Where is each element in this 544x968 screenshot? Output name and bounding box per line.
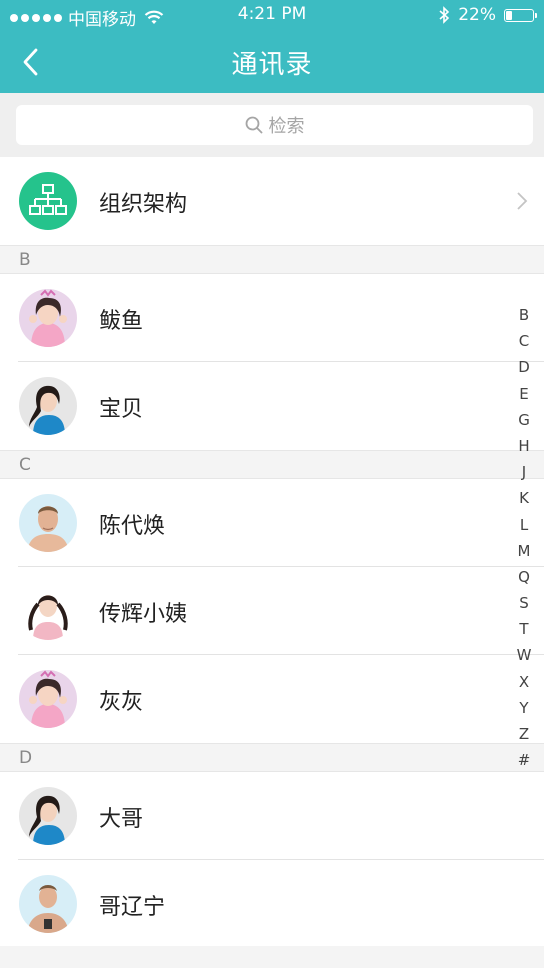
alphabet-index-letter[interactable]: T xyxy=(519,616,528,642)
section-header-d: D xyxy=(0,743,544,772)
chevron-right-icon xyxy=(517,192,528,210)
avatar xyxy=(19,670,77,728)
alphabet-index[interactable]: B C D E G H J K L M Q S T W X Y Z # xyxy=(513,302,535,773)
alphabet-index-letter[interactable]: D xyxy=(518,354,530,380)
org-chart-icon xyxy=(19,172,77,230)
contact-row[interactable]: 传辉小姨 xyxy=(0,567,544,655)
contact-name: 大哥 xyxy=(99,807,144,832)
alphabet-index-letter[interactable]: J xyxy=(522,459,526,485)
alphabet-index-letter[interactable]: W xyxy=(517,642,532,668)
list-bottom xyxy=(0,946,544,968)
contact-name: 鲅鱼 xyxy=(99,309,144,334)
contact-name: 哥辽宁 xyxy=(99,895,166,920)
section-letter: B xyxy=(19,250,31,270)
contact-name: 传辉小姨 xyxy=(99,602,188,627)
section-header-b: B xyxy=(0,245,544,274)
alphabet-index-letter[interactable]: S xyxy=(519,590,529,616)
alphabet-index-letter[interactable]: K xyxy=(519,485,529,511)
section-letter: D xyxy=(19,748,33,768)
bluetooth-icon xyxy=(439,6,450,24)
status-right: 22% xyxy=(438,5,537,25)
org-structure-row[interactable]: 组织架构 xyxy=(0,157,544,245)
alphabet-index-letter[interactable]: M xyxy=(518,538,531,564)
section-letter: C xyxy=(19,455,31,475)
avatar xyxy=(19,494,77,552)
search-input[interactable]: 检索 xyxy=(16,105,533,145)
battery-fill xyxy=(506,10,513,20)
alphabet-index-letter[interactable]: Q xyxy=(518,564,530,590)
search-placeholder: 检索 xyxy=(268,116,305,137)
contact-name: 灰灰 xyxy=(99,690,144,715)
alphabet-index-letter[interactable]: X xyxy=(519,669,529,695)
avatar xyxy=(19,377,77,435)
status-bar: 中国移动 4:21 PM 22% xyxy=(0,0,544,30)
search-bar: 检索 xyxy=(0,93,544,157)
alphabet-index-letter[interactable]: Y xyxy=(519,695,528,721)
search-icon xyxy=(245,116,262,134)
section-header-c: C xyxy=(0,450,544,479)
contact-row[interactable]: 宝贝 xyxy=(0,362,544,450)
alphabet-index-letter[interactable]: G xyxy=(518,407,530,433)
alphabet-index-letter[interactable]: C xyxy=(519,328,529,354)
alphabet-index-letter[interactable]: L xyxy=(520,512,528,538)
contacts-screen: 中国移动 4:21 PM 22% 通讯录 检索 组织架构 B 鲅鱼 宝贝 C 陈… xyxy=(0,0,544,968)
contact-row[interactable]: 哥辽宁 xyxy=(0,860,544,948)
avatar xyxy=(19,582,77,640)
header: 中国移动 4:21 PM 22% 通讯录 xyxy=(0,0,544,93)
nav-bar: 通讯录 xyxy=(0,30,544,93)
alphabet-index-letter[interactable]: B xyxy=(519,302,529,328)
page-title: 通讯录 xyxy=(231,50,313,80)
battery-icon xyxy=(504,8,537,22)
alphabet-index-letter[interactable]: Z xyxy=(519,721,529,747)
alphabet-index-letter[interactable]: # xyxy=(518,747,531,773)
avatar xyxy=(19,787,77,845)
contact-row[interactable]: 灰灰 xyxy=(0,655,544,743)
contact-row[interactable]: 鲅鱼 xyxy=(0,274,544,362)
avatar xyxy=(19,875,77,933)
contact-name: 宝贝 xyxy=(99,397,144,422)
contact-row[interactable]: 陈代焕 xyxy=(0,479,544,567)
org-structure-label: 组织架构 xyxy=(99,192,188,217)
avatar xyxy=(19,289,77,347)
battery-percent: 22% xyxy=(458,5,496,25)
alphabet-index-letter[interactable]: H xyxy=(518,433,529,459)
contact-row[interactable]: 大哥 xyxy=(0,772,544,860)
alphabet-index-letter[interactable]: E xyxy=(519,381,528,407)
contact-name: 陈代焕 xyxy=(99,514,166,539)
